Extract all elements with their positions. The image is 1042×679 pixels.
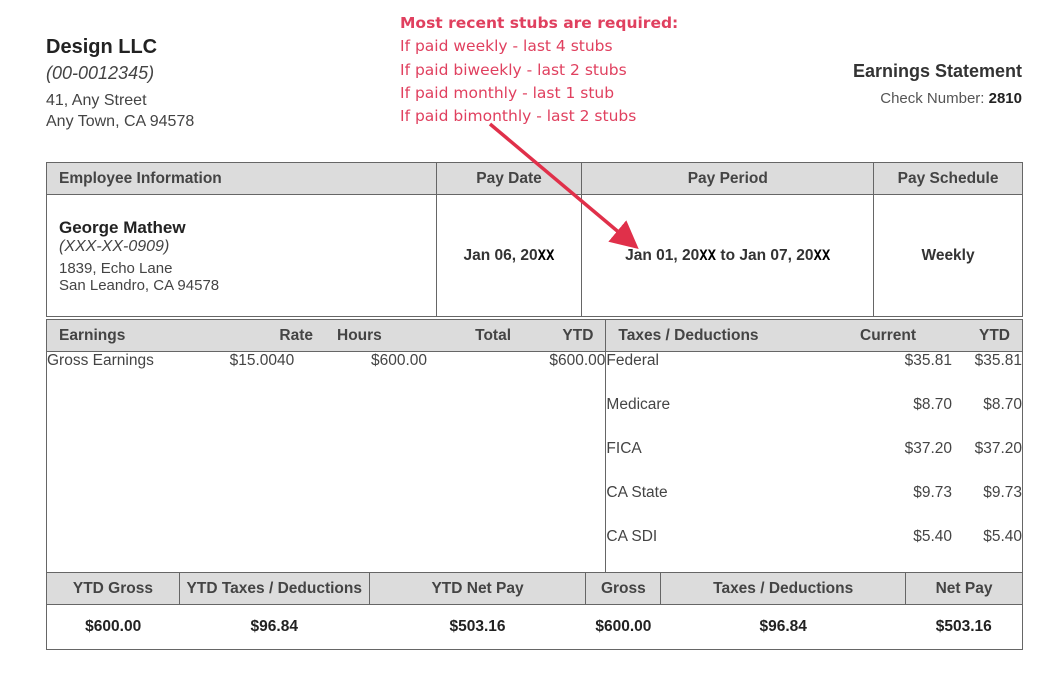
red-arrow-annotation: [488, 122, 639, 250]
arrow-line: [488, 122, 639, 250]
